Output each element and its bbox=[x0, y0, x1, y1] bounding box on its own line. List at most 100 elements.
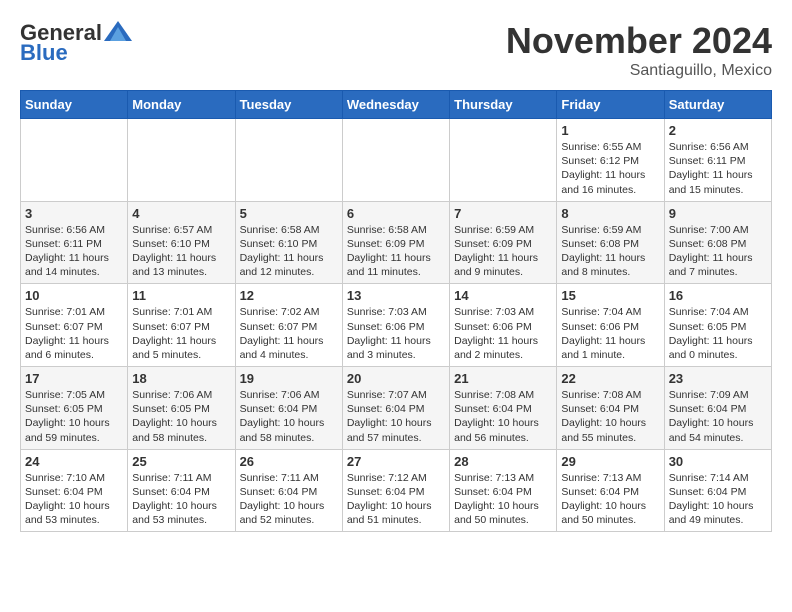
day-number: 22 bbox=[561, 371, 659, 386]
day-number: 27 bbox=[347, 454, 445, 469]
calendar-cell: 10 Sunrise: 7:01 AM Sunset: 6:07 PM Dayli… bbox=[21, 284, 128, 367]
day-number: 25 bbox=[132, 454, 230, 469]
day-info: Sunrise: 6:58 AM Sunset: 6:10 PM Dayligh… bbox=[240, 223, 338, 280]
calendar-cell: 3 Sunrise: 6:56 AM Sunset: 6:11 PM Daylig… bbox=[21, 201, 128, 284]
day-number: 29 bbox=[561, 454, 659, 469]
calendar-cell: 4 Sunrise: 6:57 AM Sunset: 6:10 PM Daylig… bbox=[128, 201, 235, 284]
day-number: 17 bbox=[25, 371, 123, 386]
day-number: 26 bbox=[240, 454, 338, 469]
day-info: Sunrise: 7:01 AM Sunset: 6:07 PM Dayligh… bbox=[132, 305, 230, 362]
day-info: Sunrise: 7:13 AM Sunset: 6:04 PM Dayligh… bbox=[561, 471, 659, 528]
day-number: 23 bbox=[669, 371, 767, 386]
calendar-cell: 28 Sunrise: 7:13 AM Sunset: 6:04 PM Dayli… bbox=[450, 449, 557, 532]
day-number: 30 bbox=[669, 454, 767, 469]
day-info: Sunrise: 7:02 AM Sunset: 6:07 PM Dayligh… bbox=[240, 305, 338, 362]
page-header: General Blue November 2024 Santiaguillo,… bbox=[20, 20, 772, 80]
calendar-cell: 20 Sunrise: 7:07 AM Sunset: 6:04 PM Dayli… bbox=[342, 367, 449, 450]
day-number: 5 bbox=[240, 206, 338, 221]
day-info: Sunrise: 7:00 AM Sunset: 6:08 PM Dayligh… bbox=[669, 223, 767, 280]
calendar-cell bbox=[21, 119, 128, 202]
day-number: 11 bbox=[132, 288, 230, 303]
calendar-cell: 6 Sunrise: 6:58 AM Sunset: 6:09 PM Daylig… bbox=[342, 201, 449, 284]
day-info: Sunrise: 6:59 AM Sunset: 6:09 PM Dayligh… bbox=[454, 223, 552, 280]
day-info: Sunrise: 6:56 AM Sunset: 6:11 PM Dayligh… bbox=[25, 223, 123, 280]
calendar-week-row: 24 Sunrise: 7:10 AM Sunset: 6:04 PM Dayli… bbox=[21, 449, 772, 532]
day-number: 1 bbox=[561, 123, 659, 138]
calendar-header-row: SundayMondayTuesdayWednesdayThursdayFrid… bbox=[21, 91, 772, 119]
calendar-cell: 9 Sunrise: 7:00 AM Sunset: 6:08 PM Daylig… bbox=[664, 201, 771, 284]
day-info: Sunrise: 7:11 AM Sunset: 6:04 PM Dayligh… bbox=[240, 471, 338, 528]
day-info: Sunrise: 7:14 AM Sunset: 6:04 PM Dayligh… bbox=[669, 471, 767, 528]
day-number: 7 bbox=[454, 206, 552, 221]
calendar-cell: 2 Sunrise: 6:56 AM Sunset: 6:11 PM Daylig… bbox=[664, 119, 771, 202]
calendar-cell: 30 Sunrise: 7:14 AM Sunset: 6:04 PM Dayli… bbox=[664, 449, 771, 532]
calendar-cell: 14Sunrise: 7:03 AM Sunset: 6:06 PM Dayli… bbox=[450, 284, 557, 367]
location-subtitle: Santiaguillo, Mexico bbox=[506, 62, 772, 80]
calendar-header-wednesday: Wednesday bbox=[342, 91, 449, 119]
day-number: 2 bbox=[669, 123, 767, 138]
logo: General Blue bbox=[20, 20, 132, 66]
day-number: 3 bbox=[25, 206, 123, 221]
day-info: Sunrise: 6:57 AM Sunset: 6:10 PM Dayligh… bbox=[132, 223, 230, 280]
day-number: 12 bbox=[240, 288, 338, 303]
calendar-cell: 16Sunrise: 7:04 AM Sunset: 6:05 PM Dayli… bbox=[664, 284, 771, 367]
calendar-cell: 24 Sunrise: 7:10 AM Sunset: 6:04 PM Dayli… bbox=[21, 449, 128, 532]
calendar-header-thursday: Thursday bbox=[450, 91, 557, 119]
calendar-cell bbox=[342, 119, 449, 202]
day-info: Sunrise: 7:08 AM Sunset: 6:04 PM Dayligh… bbox=[561, 388, 659, 445]
calendar-cell: 15 Sunrise: 7:04 AM Sunset: 6:06 PM Dayli… bbox=[557, 284, 664, 367]
calendar-cell: 19Sunrise: 7:06 AM Sunset: 6:04 PM Dayli… bbox=[235, 367, 342, 450]
day-number: 6 bbox=[347, 206, 445, 221]
calendar-table: SundayMondayTuesdayWednesdayThursdayFrid… bbox=[20, 90, 772, 532]
calendar-cell: 5 Sunrise: 6:58 AM Sunset: 6:10 PM Daylig… bbox=[235, 201, 342, 284]
day-info: Sunrise: 7:06 AM Sunset: 6:04 PM Dayligh… bbox=[240, 388, 338, 445]
calendar-cell: 29 Sunrise: 7:13 AM Sunset: 6:04 PM Dayli… bbox=[557, 449, 664, 532]
day-number: 4 bbox=[132, 206, 230, 221]
day-number: 24 bbox=[25, 454, 123, 469]
day-info: Sunrise: 7:04 AM Sunset: 6:06 PM Dayligh… bbox=[561, 305, 659, 362]
calendar-cell: 7 Sunrise: 6:59 AM Sunset: 6:09 PM Daylig… bbox=[450, 201, 557, 284]
calendar-cell: 27Sunrise: 7:12 AM Sunset: 6:04 PM Dayli… bbox=[342, 449, 449, 532]
day-number: 16 bbox=[669, 288, 767, 303]
day-number: 9 bbox=[669, 206, 767, 221]
day-number: 10 bbox=[25, 288, 123, 303]
calendar-header-tuesday: Tuesday bbox=[235, 91, 342, 119]
day-info: Sunrise: 7:09 AM Sunset: 6:04 PM Dayligh… bbox=[669, 388, 767, 445]
calendar-cell: 11 Sunrise: 7:01 AM Sunset: 6:07 PM Dayli… bbox=[128, 284, 235, 367]
calendar-header-friday: Friday bbox=[557, 91, 664, 119]
logo-blue-text: Blue bbox=[20, 40, 68, 66]
day-info: Sunrise: 7:13 AM Sunset: 6:04 PM Dayligh… bbox=[454, 471, 552, 528]
day-info: Sunrise: 7:05 AM Sunset: 6:05 PM Dayligh… bbox=[25, 388, 123, 445]
day-info: Sunrise: 7:01 AM Sunset: 6:07 PM Dayligh… bbox=[25, 305, 123, 362]
day-info: Sunrise: 6:55 AM Sunset: 6:12 PM Dayligh… bbox=[561, 140, 659, 197]
calendar-cell: 8 Sunrise: 6:59 AM Sunset: 6:08 PM Daylig… bbox=[557, 201, 664, 284]
day-info: Sunrise: 7:11 AM Sunset: 6:04 PM Dayligh… bbox=[132, 471, 230, 528]
month-title: November 2024 bbox=[506, 20, 772, 62]
calendar-cell: 1 Sunrise: 6:55 AM Sunset: 6:12 PM Daylig… bbox=[557, 119, 664, 202]
day-number: 15 bbox=[561, 288, 659, 303]
day-info: Sunrise: 7:07 AM Sunset: 6:04 PM Dayligh… bbox=[347, 388, 445, 445]
day-info: Sunrise: 6:58 AM Sunset: 6:09 PM Dayligh… bbox=[347, 223, 445, 280]
calendar-week-row: 3 Sunrise: 6:56 AM Sunset: 6:11 PM Daylig… bbox=[21, 201, 772, 284]
calendar-cell: 26 Sunrise: 7:11 AM Sunset: 6:04 PM Dayli… bbox=[235, 449, 342, 532]
day-number: 18 bbox=[132, 371, 230, 386]
calendar-cell: 21Sunrise: 7:08 AM Sunset: 6:04 PM Dayli… bbox=[450, 367, 557, 450]
day-info: Sunrise: 6:59 AM Sunset: 6:08 PM Dayligh… bbox=[561, 223, 659, 280]
calendar-cell: 25 Sunrise: 7:11 AM Sunset: 6:04 PM Dayli… bbox=[128, 449, 235, 532]
day-info: Sunrise: 6:56 AM Sunset: 6:11 PM Dayligh… bbox=[669, 140, 767, 197]
calendar-header-saturday: Saturday bbox=[664, 91, 771, 119]
day-info: Sunrise: 7:10 AM Sunset: 6:04 PM Dayligh… bbox=[25, 471, 123, 528]
calendar-cell: 12 Sunrise: 7:02 AM Sunset: 6:07 PM Dayli… bbox=[235, 284, 342, 367]
calendar-cell bbox=[450, 119, 557, 202]
calendar-cell: 17 Sunrise: 7:05 AM Sunset: 6:05 PM Dayli… bbox=[21, 367, 128, 450]
calendar-cell bbox=[235, 119, 342, 202]
day-info: Sunrise: 7:08 AM Sunset: 6:04 PM Dayligh… bbox=[454, 388, 552, 445]
calendar-week-row: 1 Sunrise: 6:55 AM Sunset: 6:12 PM Daylig… bbox=[21, 119, 772, 202]
calendar-cell bbox=[128, 119, 235, 202]
day-number: 8 bbox=[561, 206, 659, 221]
calendar-header-sunday: Sunday bbox=[21, 91, 128, 119]
day-info: Sunrise: 7:06 AM Sunset: 6:05 PM Dayligh… bbox=[132, 388, 230, 445]
day-number: 20 bbox=[347, 371, 445, 386]
day-number: 28 bbox=[454, 454, 552, 469]
calendar-cell: 22 Sunrise: 7:08 AM Sunset: 6:04 PM Dayli… bbox=[557, 367, 664, 450]
